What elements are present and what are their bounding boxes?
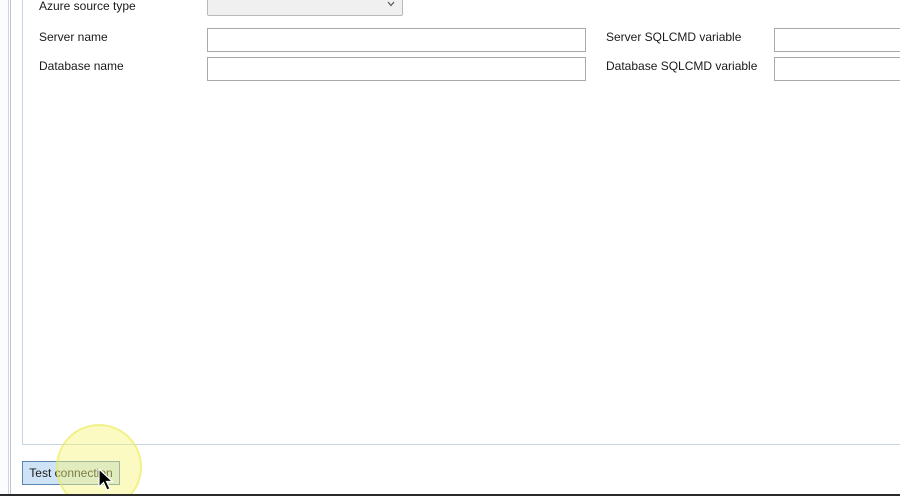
database-name-label: Database name — [39, 59, 124, 73]
chevron-down-icon — [387, 1, 395, 7]
server-sqlcmd-variable-input[interactable] — [774, 28, 900, 52]
database-name-input[interactable] — [207, 57, 586, 81]
server-name-label: Server name — [39, 30, 108, 44]
azure-source-type-label: Azure source type — [39, 0, 136, 13]
connection-panel: Azure source type Server name Server SQL… — [22, 0, 900, 445]
server-name-input[interactable] — [207, 28, 586, 52]
database-sqlcmd-variable-input[interactable] — [774, 57, 900, 81]
database-sqlcmd-variable-label: Database SQLCMD variable — [606, 59, 758, 73]
window-left-edge — [0, 0, 9, 496]
azure-source-type-dropdown[interactable] — [207, 0, 403, 16]
server-sqlcmd-variable-label: Server SQLCMD variable — [606, 30, 742, 44]
window-left-divider — [10, 0, 11, 496]
window-bottom-gap — [0, 496, 900, 501]
test-connection-button[interactable]: Test connection — [22, 461, 120, 485]
connection-settings-screen: Azure source type Server name Server SQL… — [0, 0, 900, 501]
